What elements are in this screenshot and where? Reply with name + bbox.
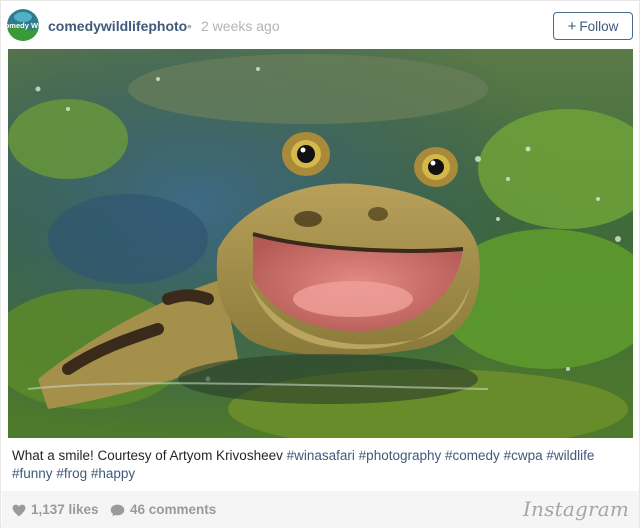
likes-count[interactable]: 1,137 likes xyxy=(12,503,99,517)
caption-text: What a smile! Courtesy of Artyom Krivosh… xyxy=(12,448,283,463)
likes-label: 1,137 likes xyxy=(31,502,99,517)
post-header: Comedy Wild comedywildlifephoto • 2 week… xyxy=(1,1,639,51)
username-link[interactable]: comedywildlifephoto xyxy=(48,17,187,35)
avatar[interactable]: Comedy Wild xyxy=(7,9,39,41)
avatar-text: Comedy Wild xyxy=(7,21,39,30)
hashtag-link[interactable]: #photography xyxy=(359,448,442,463)
instagram-post: Comedy Wild comedywildlifephoto • 2 week… xyxy=(0,0,640,528)
comments-label: 46 comments xyxy=(130,502,217,517)
follow-button[interactable]: + Follow xyxy=(553,12,633,40)
hashtag-link[interactable]: #funny xyxy=(12,466,53,481)
post-caption: What a smile! Courtesy of Artyom Krivosh… xyxy=(12,447,630,483)
hashtag-link[interactable]: #winasafari xyxy=(287,448,355,463)
post-photo[interactable] xyxy=(8,49,633,438)
hashtag-link[interactable]: #frog xyxy=(56,466,87,481)
comments-count[interactable]: 46 comments xyxy=(110,503,216,517)
heart-icon xyxy=(12,504,26,516)
hashtag-link[interactable]: #wildlife xyxy=(546,448,594,463)
instagram-logo: Instagram xyxy=(522,497,629,521)
header-separator: • xyxy=(187,18,192,34)
avatar-logo-icon: Comedy Wild xyxy=(7,9,39,41)
hashtag-link[interactable]: #cwpa xyxy=(504,448,543,463)
follow-label: Follow xyxy=(579,18,619,34)
speech-bubble-icon xyxy=(110,504,125,516)
hashtag-link[interactable]: #comedy xyxy=(445,448,500,463)
post-footer: 1,137 likes 46 comments Instagram xyxy=(2,491,639,528)
hashtag-link[interactable]: #happy xyxy=(91,466,135,481)
frog-photo-image xyxy=(8,49,633,438)
post-timestamp[interactable]: 2 weeks ago xyxy=(201,17,280,35)
plus-icon: + xyxy=(567,17,577,35)
